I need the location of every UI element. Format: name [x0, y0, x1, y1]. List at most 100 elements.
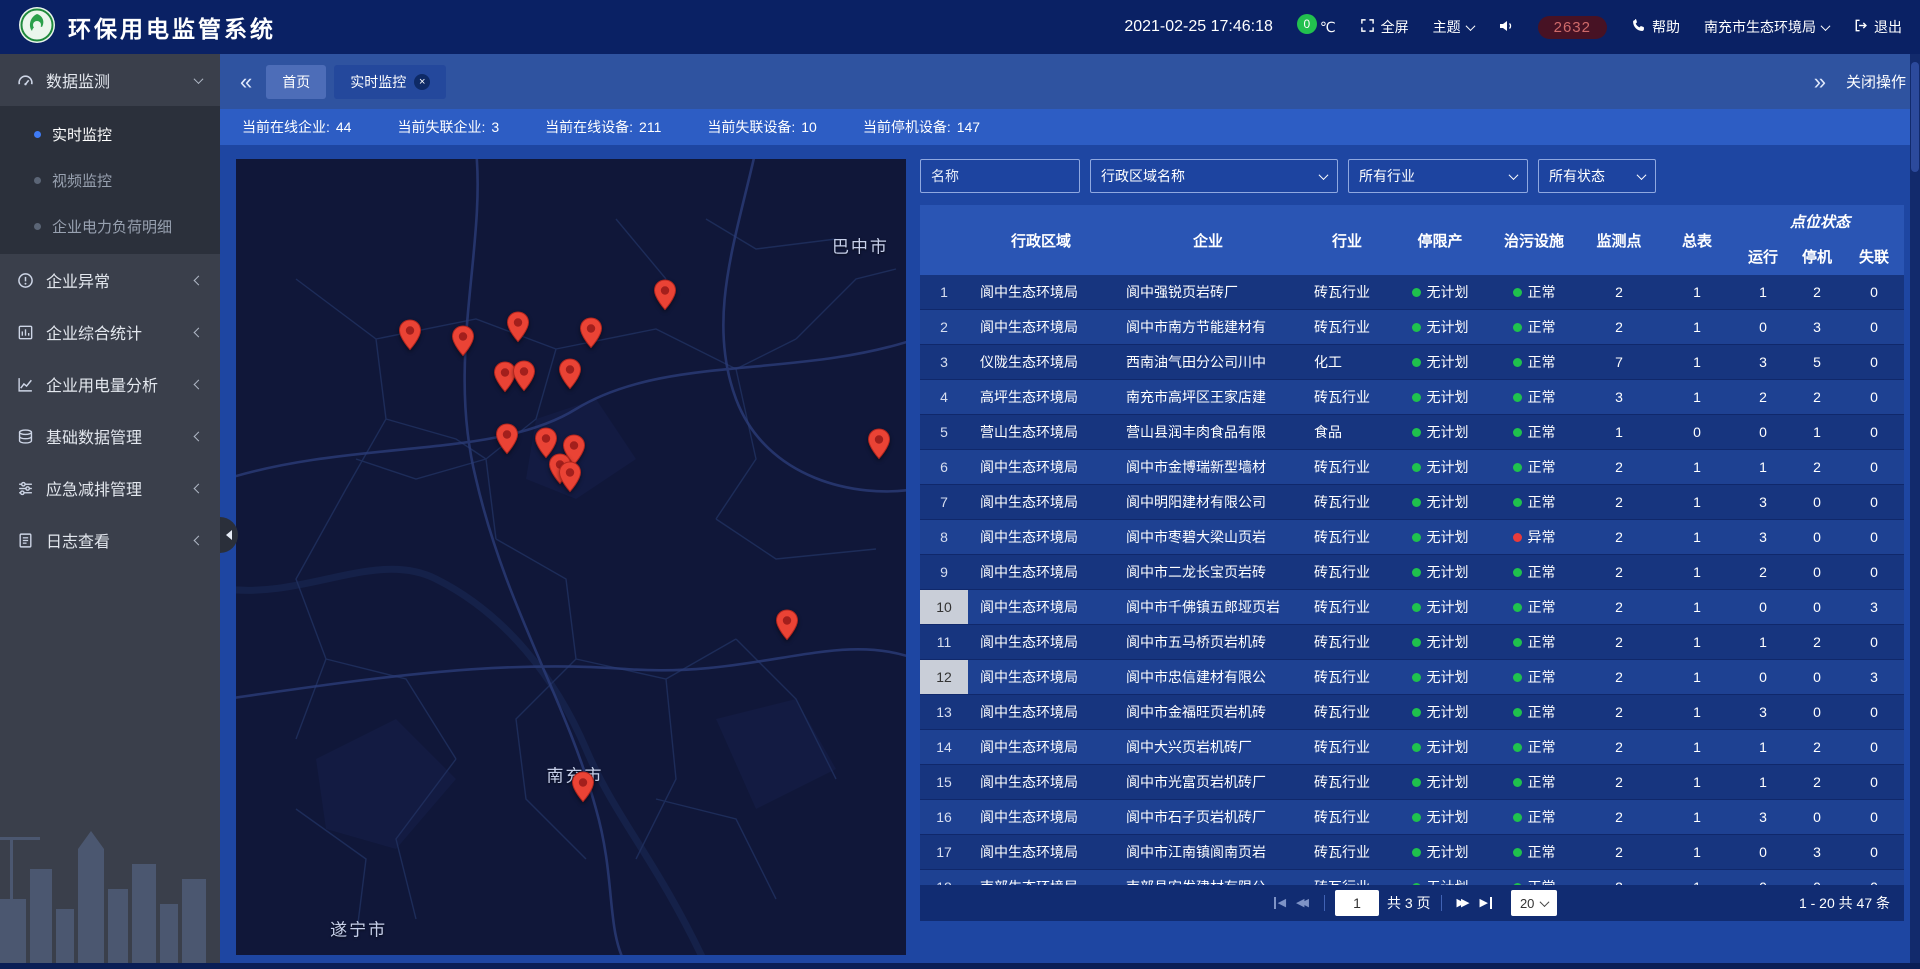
- name-input[interactable]: [920, 159, 1080, 193]
- sidebar-item-base-data[interactable]: 基础数据管理: [0, 410, 220, 462]
- cell-meter: 1: [1658, 345, 1736, 379]
- help-button[interactable]: 帮助: [1631, 17, 1680, 37]
- page-input[interactable]: [1335, 890, 1379, 916]
- tab-realtime-monitoring[interactable]: 实时监控×: [334, 65, 446, 99]
- close-operations-button[interactable]: 关闭操作: [1846, 71, 1906, 92]
- map-pin[interactable]: [398, 319, 422, 356]
- status-dot-green-icon: [1412, 323, 1421, 332]
- right-panel: 行政区域名称 所有行业 所有状态 行政区域 企业 行业 停限产 治污设施 监测点: [920, 159, 1904, 921]
- fullscreen-button[interactable]: 全屏: [1360, 17, 1409, 37]
- cell-monitor: 2: [1580, 765, 1658, 799]
- table-header: 行政区域 企业 行业 停限产 治污设施 监测点 总表 点位状态 运行 停机 失联: [920, 205, 1904, 275]
- scroll-tabs-right-button[interactable]: »: [1808, 71, 1832, 93]
- table-row[interactable]: 14阆中生态环境局阆中大兴页岩机砖厂砖瓦行业无计划正常21120: [920, 730, 1904, 765]
- sidebar-item-enterprise-abnormal[interactable]: 企业异常: [0, 254, 220, 306]
- cell-company: 阆中明阳建材有限公司: [1114, 485, 1302, 519]
- table-row[interactable]: 16阆中生态环境局阆中市石子页岩机砖厂砖瓦行业无计划正常21300: [920, 800, 1904, 835]
- chevron-left-icon: [194, 327, 204, 337]
- map-pin[interactable]: [571, 771, 595, 808]
- map-pin[interactable]: [495, 423, 519, 460]
- table-row[interactable]: 3仪陇生态环境局西南油气田分公司川中化工无计划正常71350: [920, 345, 1904, 380]
- close-icon[interactable]: ×: [414, 74, 430, 90]
- status-dot-green-icon: [1412, 673, 1421, 682]
- cell-facility: 正常: [1488, 625, 1580, 659]
- sidebar-item-enterprise-statistics[interactable]: 企业综合统计: [0, 306, 220, 358]
- cell-industry: 砖瓦行业: [1302, 450, 1392, 484]
- region-select[interactable]: 行政区域名称: [1090, 159, 1338, 193]
- bureau-dropdown[interactable]: 南充市生态环境局: [1704, 17, 1829, 37]
- cell-production: 无计划: [1392, 835, 1488, 869]
- map-pin[interactable]: [558, 358, 582, 395]
- cell-running: 2: [1736, 555, 1790, 589]
- cell-region: 阆中生态环境局: [968, 835, 1114, 869]
- cell-region: 阆中生态环境局: [968, 625, 1114, 659]
- table-row[interactable]: 17阆中生态环境局阆中市江南镇阆南页岩砖瓦行业无计划正常21030: [920, 835, 1904, 870]
- scrollbar-thumb[interactable]: [1911, 62, 1919, 172]
- table-row[interactable]: 6阆中生态环境局阆中市金博瑞新型墙材砖瓦行业无计划正常21120: [920, 450, 1904, 485]
- triangle-left-icon: [226, 530, 232, 540]
- map-pin[interactable]: [579, 317, 603, 354]
- sidebar-item-data-monitoring[interactable]: 数据监测: [0, 54, 220, 106]
- temperature-badge: 0 ℃: [1297, 19, 1336, 36]
- tabs-container: 首页实时监控×: [266, 65, 1807, 99]
- chevron-down-icon: [1509, 170, 1519, 180]
- enterprise-table: 行政区域 企业 行业 停限产 治污设施 监测点 总表 点位状态 运行 停机 失联…: [920, 205, 1904, 921]
- prev-page-button[interactable]: ◀◀: [1296, 898, 1309, 909]
- table-row[interactable]: 10阆中生态环境局阆中市千佛镇五郎垭页岩砖瓦行业无计划正常21003: [920, 590, 1904, 625]
- cell-running: 3: [1736, 800, 1790, 834]
- cell-facility: 正常: [1488, 450, 1580, 484]
- stats-bar: 当前在线企业:44当前失联企业:3当前在线设备:211当前失联设备:10当前停机…: [220, 109, 1920, 145]
- table-row[interactable]: 7阆中生态环境局阆中明阳建材有限公司砖瓦行业无计划正常21300: [920, 485, 1904, 520]
- sidebar-item-power-analysis[interactable]: 企业用电量分析: [0, 358, 220, 410]
- cell-industry: 砖瓦行业: [1302, 520, 1392, 554]
- table-row[interactable]: 13阆中生态环境局阆中市金福旺页岩机砖砖瓦行业无计划正常21300: [920, 695, 1904, 730]
- status-select[interactable]: 所有状态: [1538, 159, 1656, 193]
- table-row[interactable]: 1阆中生态环境局阆中强锐页岩砖厂砖瓦行业无计划正常21120: [920, 275, 1904, 310]
- cell-facility: 正常: [1488, 660, 1580, 694]
- scroll-tabs-left-button[interactable]: «: [234, 71, 258, 93]
- theme-dropdown[interactable]: 主题: [1433, 17, 1474, 37]
- last-page-button[interactable]: ▶: [1479, 897, 1493, 909]
- sidebar-item-realtime-monitoring[interactable]: 实时监控: [0, 111, 220, 157]
- cell-index: 16: [920, 800, 968, 834]
- table-row[interactable]: 2阆中生态环境局阆中市南方节能建材有砖瓦行业无计划正常21030: [920, 310, 1904, 345]
- cell-running: 3: [1736, 345, 1790, 379]
- next-page-button[interactable]: ▶▶: [1457, 898, 1470, 909]
- table-row[interactable]: 12阆中生态环境局阆中市忠信建材有限公砖瓦行业无计划正常21003: [920, 660, 1904, 695]
- map-pin[interactable]: [775, 609, 799, 646]
- map-pin[interactable]: [867, 428, 891, 465]
- table-row[interactable]: 11阆中生态环境局阆中市五马桥页岩机砖砖瓦行业无计划正常21120: [920, 625, 1904, 660]
- status-dot-green-icon: [1513, 673, 1522, 682]
- table-row[interactable]: 15阆中生态环境局阆中市光富页岩机砖厂砖瓦行业无计划正常21120: [920, 765, 1904, 800]
- logout-button[interactable]: 退出: [1853, 17, 1902, 37]
- table-body: 1阆中生态环境局阆中强锐页岩砖厂砖瓦行业无计划正常211202阆中生态环境局阆中…: [920, 275, 1904, 885]
- sidebar-item-power-load-detail[interactable]: 企业电力负荷明细: [0, 203, 220, 249]
- scrollbar-track[interactable]: [1910, 54, 1920, 969]
- sidebar-item-video-monitoring[interactable]: 视频监控: [0, 157, 220, 203]
- map-pin[interactable]: [558, 461, 582, 498]
- map-panel[interactable]: 巴中市南充市遂宁市: [236, 159, 906, 955]
- table-row[interactable]: 18南部生态环境局南部县宏发建材有限公砖瓦行业无计划正常21000: [920, 870, 1904, 885]
- table-row[interactable]: 8阆中生态环境局阆中市枣碧大梁山页岩砖瓦行业无计划异常21300: [920, 520, 1904, 555]
- announcement-button[interactable]: [1498, 18, 1514, 37]
- cell-stopped: 3: [1790, 835, 1844, 869]
- cell-monitor: 2: [1580, 520, 1658, 554]
- filter-bar: 行政区域名称 所有行业 所有状态: [920, 159, 1904, 193]
- map-pin[interactable]: [512, 360, 536, 397]
- alert-count-badge[interactable]: 2632: [1538, 16, 1607, 39]
- map-pin[interactable]: [451, 325, 475, 362]
- first-page-button[interactable]: ◀: [1272, 897, 1286, 909]
- industry-select[interactable]: 所有行业: [1348, 159, 1528, 193]
- table-row[interactable]: 9阆中生态环境局阆中市二龙长宝页岩砖砖瓦行业无计划正常21200: [920, 555, 1904, 590]
- tab-home[interactable]: 首页: [266, 65, 326, 99]
- cell-index: 7: [920, 485, 968, 519]
- map-pin[interactable]: [653, 279, 677, 316]
- table-row[interactable]: 4高坪生态环境局南充市高坪区王家店建砖瓦行业无计划正常31220: [920, 380, 1904, 415]
- page-size-select[interactable]: 20: [1511, 890, 1557, 916]
- cell-offline: 0: [1844, 450, 1904, 484]
- cell-stopped: 0: [1790, 870, 1844, 885]
- sidebar-item-log-view[interactable]: 日志查看: [0, 514, 220, 566]
- sidebar-item-emergency-reduction[interactable]: 应急减排管理: [0, 462, 220, 514]
- table-row[interactable]: 5营山生态环境局营山县润丰肉食品有限食品无计划正常10010: [920, 415, 1904, 450]
- map-pin[interactable]: [506, 311, 530, 348]
